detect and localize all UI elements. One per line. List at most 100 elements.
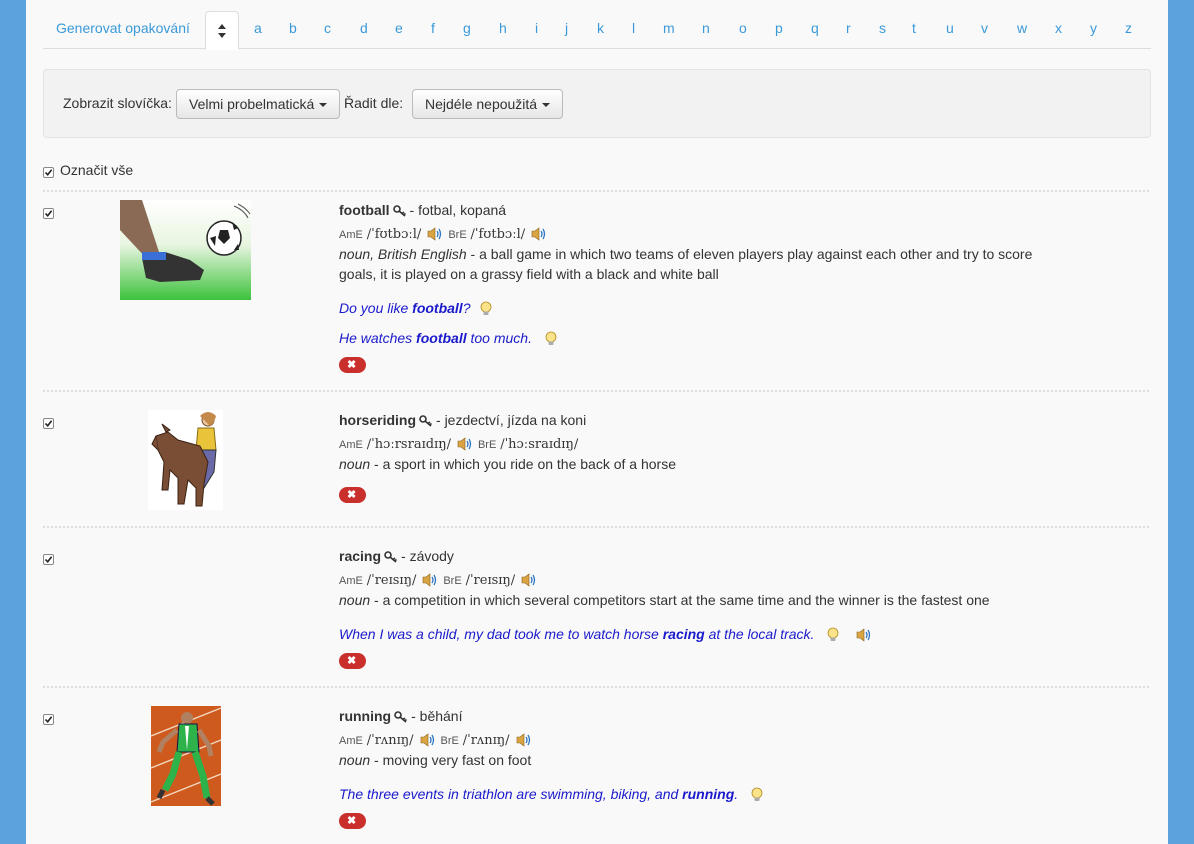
tab-letter-n[interactable]: n [702,20,710,36]
speaker-icon[interactable] [422,573,437,587]
tab-letter-y[interactable]: y [1090,20,1097,36]
tab-letter-o[interactable]: o [739,20,747,36]
lightbulb-icon[interactable] [479,301,493,317]
speaker-icon[interactable] [420,733,435,747]
select-all-checkbox[interactable] [43,167,54,178]
tab-letter-i[interactable]: i [535,20,538,36]
entry-checkbox[interactable] [43,418,54,429]
sort-by-value: Nejdéle nepoužitá [425,96,538,112]
example-text: at the local track. [704,626,815,642]
bre-label: BrE [448,229,467,241]
tab-letter-p[interactable]: p [775,20,783,36]
tab-letter-j[interactable]: j [565,20,568,36]
speaker-icon[interactable] [856,628,871,642]
tab-letter-r[interactable]: r [846,20,851,36]
tab-letter-x[interactable]: x [1055,20,1062,36]
tab-letter-b[interactable]: b [289,20,297,36]
bre-ipa: /ˈreɪsɪŋ/ [465,573,516,588]
ame-label: AmE [339,439,363,451]
example-text: ? [462,300,471,316]
tab-letter-z[interactable]: z [1125,20,1132,36]
tab-letter-g[interactable]: g [463,20,471,36]
example-sentence: The three events in triathlon are swimmi… [339,786,764,803]
headword: football [339,202,390,218]
divider [43,686,1149,688]
translation: - jezdectví, jízda na koni [436,412,587,428]
entry-checkbox[interactable] [43,554,54,565]
remove-word-button[interactable]: ✖ [339,487,366,503]
tab-letter-q[interactable]: q [811,20,819,36]
tab-letter-h[interactable]: h [499,20,507,36]
tab-letter-v[interactable]: v [981,20,988,36]
headword: horseriding [339,412,417,428]
ame-label: AmE [339,229,363,241]
ame-label: AmE [339,575,363,587]
definition: noun, British English - a ball game in w… [339,244,1039,284]
entry-checkbox[interactable] [43,208,54,219]
key-icon[interactable] [419,415,433,427]
caret-down-icon [319,103,328,108]
speaker-icon[interactable] [516,733,531,747]
pronunciation-line: AmE /ˈreɪsɪŋ/BrE /ˈreɪsɪŋ/ [339,571,542,588]
translation: - fotbal, kopaná [409,202,507,218]
tab-letter-t[interactable]: t [912,20,916,36]
tab-letter-a[interactable]: a [254,20,262,36]
speaker-icon[interactable] [457,437,472,451]
example-keyword: football [412,300,463,316]
tab-letter-w[interactable]: w [1017,20,1027,36]
speaker-icon[interactable] [521,573,536,587]
sort-by-dropdown[interactable]: Nejdéle nepoužitá [412,89,564,119]
vocabulary-panel: Generovat opakování a b c d e f g h i j … [26,0,1168,844]
speaker-icon[interactable] [427,227,442,241]
sort-icon [218,24,226,38]
lightbulb-icon[interactable] [544,331,558,347]
remove-word-button[interactable]: ✖ [339,357,366,373]
key-icon[interactable] [394,711,408,723]
tab-letter-u[interactable]: u [946,20,954,36]
lightbulb-icon[interactable] [750,787,764,803]
tab-letter-s[interactable]: s [879,20,886,36]
bre-ipa: /ˈrʌnɪŋ/ [462,733,510,748]
tab-letter-d[interactable]: d [360,20,368,36]
tab-letter-c[interactable]: c [324,20,331,36]
headword: running [339,708,392,724]
lightbulb-icon[interactable] [826,627,840,643]
part-of-speech: noun [339,592,371,608]
tab-letter-l[interactable]: l [632,20,635,36]
tab-letter-e[interactable]: e [395,20,403,36]
runner-image [151,706,221,806]
tab-letter-f[interactable]: f [431,20,435,36]
tab-letter-m[interactable]: m [663,20,675,36]
remove-word-button[interactable]: ✖ [339,653,366,669]
definition: noun - moving very fast on foot [339,750,1039,770]
part-of-speech: noun [339,456,371,472]
headword-line: horseriding - jezdectví, jízda na koni [339,412,586,428]
example-keyword: football [416,330,467,346]
bre-label: BrE [443,575,462,587]
speaker-icon[interactable] [531,227,546,241]
headword-line: football - fotbal, kopaná [339,202,506,218]
divider [43,526,1149,528]
divider [43,390,1149,392]
part-of-speech: noun, British English [339,246,467,262]
divider [43,190,1149,192]
tab-letter-k[interactable]: k [597,20,604,36]
entry-checkbox[interactable] [43,714,54,725]
example-text: too much. [466,330,532,346]
definition: noun - a sport in which you ride on the … [339,454,1039,474]
remove-word-button[interactable]: ✖ [339,813,366,829]
show-words-dropdown[interactable]: Velmi probelmatická [176,89,341,119]
tab-generate-review[interactable]: Generovat opakování [56,20,190,36]
pronunciation-line: AmE /ˈrʌnɪŋ/BrE /ˈrʌnɪŋ/ [339,731,537,748]
tab-sort[interactable] [205,11,239,50]
key-icon[interactable] [384,551,398,563]
close-icon: ✖ [347,655,357,667]
horse-rider-image [148,410,223,510]
bre-ipa: /ˈfʊtbɔːl/ [470,227,526,242]
example-text: The three events in triathlon are swimmi… [339,786,683,802]
translation: - běhání [411,708,463,724]
bre-ipa: /ˈhɔːsraɪdɪŋ/ [500,437,579,452]
close-icon: ✖ [347,359,357,371]
key-icon[interactable] [392,205,407,217]
check-icon [44,716,53,724]
